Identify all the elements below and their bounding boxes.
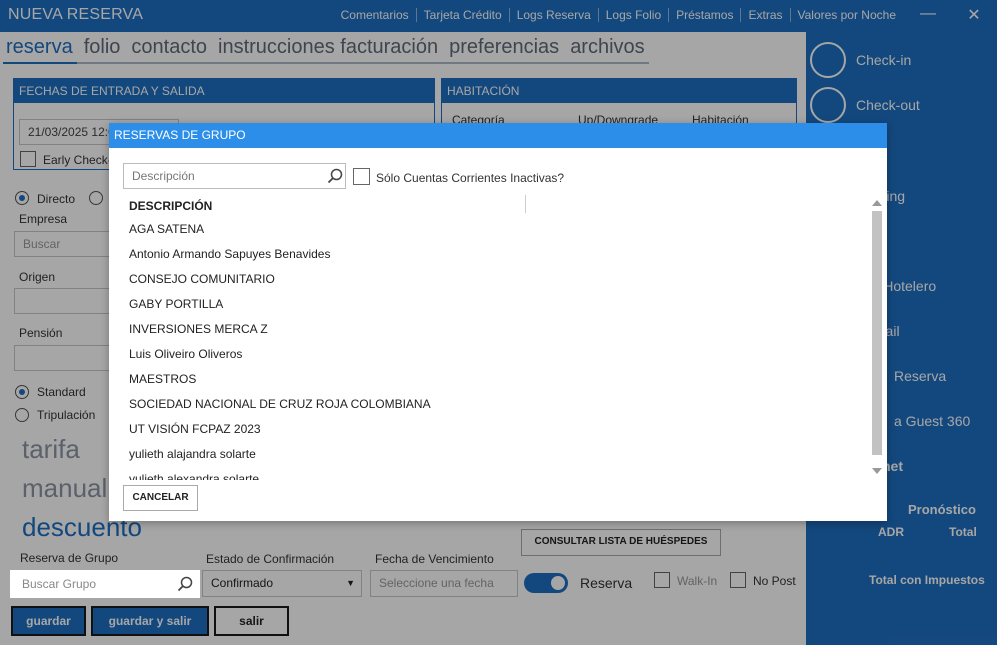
buscar-grupo-input[interactable]: Buscar Grupo [10, 570, 200, 598]
group-reservations-dialog: RESERVAS DE GRUPO Descripción Sólo Cuent… [109, 123, 887, 521]
list-item[interactable]: Luis Oliveiro Oliveros [123, 342, 873, 367]
column-divider [525, 195, 526, 213]
dialog-title: RESERVAS DE GRUPO [109, 123, 887, 148]
inactive-accounts-label: Sólo Cuentas Corrientes Inactivas? [376, 171, 565, 185]
description-search-input[interactable]: Descripción [123, 163, 346, 189]
list-item[interactable]: UT VISIÓN FCPAZ 2023 [123, 417, 873, 442]
description-search-placeholder: Descripción [132, 169, 195, 183]
buscar-grupo-placeholder: Buscar Grupo [22, 577, 97, 591]
list-item[interactable]: Antonio Armando Sapuyes Benavides [123, 242, 873, 267]
list-item[interactable]: GABY PORTILLA [123, 292, 873, 317]
column-header-descripcion[interactable]: DESCRIPCIÓN [123, 195, 873, 217]
scroll-up-icon[interactable] [871, 199, 883, 207]
cancel-button[interactable]: CANCELAR [123, 485, 198, 511]
scroll-down-icon[interactable] [871, 467, 883, 475]
list-scrollbar[interactable] [870, 195, 884, 480]
list-item[interactable]: CONSEJO COMUNITARIO [123, 267, 873, 292]
scrollbar-thumb[interactable] [872, 211, 882, 455]
list-item[interactable]: yulieth alajandra solarte [123, 442, 873, 467]
list-item[interactable]: yulieth alexandra solarte [123, 467, 873, 480]
group-list: DESCRIPCIÓN AGA SATENA Antonio Armando S… [123, 195, 873, 480]
search-icon[interactable] [177, 576, 193, 592]
list-item[interactable]: MAESTROS [123, 367, 873, 392]
search-icon[interactable] [327, 168, 343, 184]
inactive-accounts-checkbox[interactable] [353, 168, 370, 185]
list-item[interactable]: AGA SATENA [123, 217, 873, 242]
list-item[interactable]: INVERSIONES MERCA Z [123, 317, 873, 342]
list-item[interactable]: SOCIEDAD NACIONAL DE CRUZ ROJA COLOMBIAN… [123, 392, 873, 417]
